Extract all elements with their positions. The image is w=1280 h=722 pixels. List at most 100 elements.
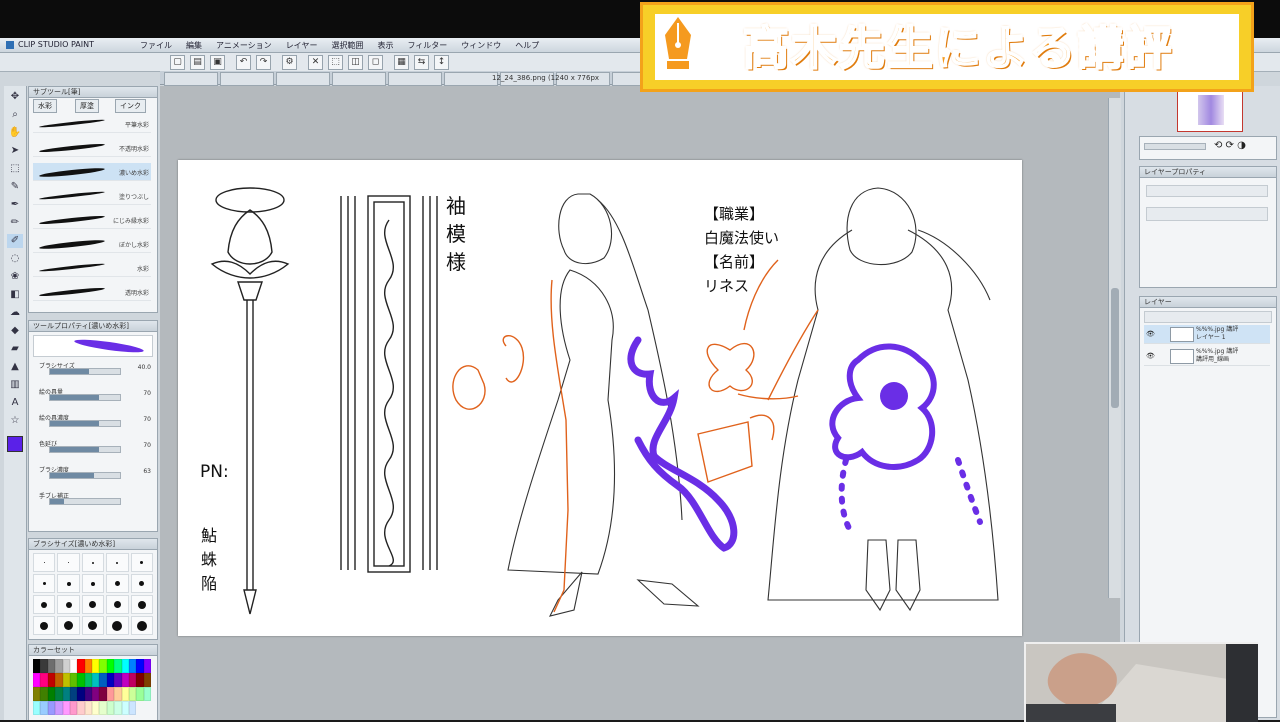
- color-swatch[interactable]: [114, 701, 122, 715]
- canvas-tab[interactable]: [164, 72, 218, 86]
- layer-row[interactable]: 👁 %%%.jpg 講評 レイヤー 1: [1144, 325, 1270, 344]
- tool-property-row[interactable]: ブラシサイズ 40.0: [39, 361, 151, 375]
- canvas-tab[interactable]: [220, 72, 274, 86]
- color-swatch[interactable]: [40, 659, 48, 673]
- color-swatch[interactable]: [62, 673, 70, 687]
- menu-item[interactable]: 編集: [186, 40, 202, 51]
- select-all-icon[interactable]: ◫: [348, 55, 363, 70]
- color-swatch[interactable]: [69, 673, 78, 687]
- color-swatch[interactable]: [136, 687, 144, 701]
- color-swatch[interactable]: [69, 659, 78, 673]
- color-swatch[interactable]: [40, 673, 48, 687]
- tab-thick-paint[interactable]: 厚塗: [75, 99, 99, 113]
- color-swatch[interactable]: [33, 673, 41, 687]
- color-swatch[interactable]: [106, 701, 115, 715]
- color-swatch[interactable]: [136, 659, 144, 673]
- brush-item[interactable]: 濃いめ水彩: [33, 163, 151, 181]
- open-icon[interactable]: ▤: [190, 55, 205, 70]
- color-swatch[interactable]: [128, 659, 137, 673]
- eye-icon[interactable]: 👁: [1146, 352, 1155, 360]
- color-swatch[interactable]: [99, 659, 107, 673]
- new-file-icon[interactable]: ▢: [170, 55, 185, 70]
- brush-size-cell[interactable]: [81, 595, 105, 614]
- vertical-scrollbar[interactable]: [1108, 98, 1121, 598]
- color-swatch[interactable]: [77, 687, 85, 701]
- fill-bucket-icon[interactable]: ◆: [7, 324, 23, 338]
- canvas-tab[interactable]: [332, 72, 386, 86]
- settings-icon[interactable]: ⚙: [282, 55, 297, 70]
- airbrush-icon[interactable]: ◌: [7, 252, 23, 266]
- move-icon[interactable]: ✥: [7, 90, 23, 104]
- brush-size-cell[interactable]: [33, 553, 56, 572]
- zoom-icon[interactable]: ⌕: [7, 108, 23, 122]
- tab-watercolor[interactable]: 水彩: [33, 99, 57, 113]
- menu-item[interactable]: 表示: [377, 40, 393, 51]
- object-icon[interactable]: ➤: [7, 144, 23, 158]
- color-swatch[interactable]: [92, 701, 100, 715]
- property-slider[interactable]: [49, 368, 121, 375]
- color-swatch[interactable]: [40, 687, 48, 701]
- scroll-thumb[interactable]: [1111, 288, 1119, 408]
- flip-icon[interactable]: ⇆: [414, 55, 429, 70]
- color-swatch[interactable]: [55, 687, 63, 701]
- color-swatch[interactable]: [106, 659, 115, 673]
- color-swatch[interactable]: [99, 701, 107, 715]
- undo-icon[interactable]: ↶: [236, 55, 251, 70]
- property-slider[interactable]: [49, 446, 121, 453]
- color-swatch[interactable]: [92, 687, 100, 701]
- eraser-icon[interactable]: ◧: [7, 288, 23, 302]
- color-swatch[interactable]: [47, 687, 56, 701]
- color-swatch[interactable]: [92, 673, 100, 687]
- property-slider[interactable]: [49, 394, 121, 401]
- color-swatch[interactable]: [33, 701, 41, 715]
- brush-size-cell[interactable]: [81, 574, 105, 593]
- tool-property-row[interactable]: 色延び 70: [39, 439, 151, 453]
- brush-item[interactable]: 水彩: [33, 259, 151, 277]
- eye-icon[interactable]: 👁: [1146, 330, 1155, 338]
- layer-color-row[interactable]: [1146, 207, 1268, 221]
- color-swatch[interactable]: [47, 701, 56, 715]
- eyedropper-icon[interactable]: ✎: [7, 180, 23, 194]
- drawing-canvas[interactable]: 袖模様 PN: 鮎蛛陥 【職業】 白魔法使い 【名前】 リネス: [178, 160, 1022, 636]
- color-swatch[interactable]: [62, 701, 70, 715]
- layer-effect-row[interactable]: [1146, 185, 1268, 197]
- tool-property-row[interactable]: 手ブレ補正: [39, 491, 151, 505]
- fill-icon[interactable]: ▦: [394, 55, 409, 70]
- color-swatch[interactable]: [62, 659, 70, 673]
- clear-icon[interactable]: ✕: [308, 55, 323, 70]
- brush-size-cell[interactable]: [130, 595, 153, 614]
- color-swatch[interactable]: [128, 673, 137, 687]
- color-swatch[interactable]: [106, 673, 115, 687]
- color-swatch[interactable]: [47, 659, 56, 673]
- color-swatch[interactable]: [114, 687, 122, 701]
- property-slider[interactable]: [49, 420, 121, 427]
- decoration-icon[interactable]: ❀: [7, 270, 23, 284]
- canvas-tab[interactable]: [388, 72, 442, 86]
- brush-item[interactable]: 透明水彩: [33, 283, 151, 301]
- brush-size-cell[interactable]: [81, 553, 105, 572]
- color-swatch[interactable]: [84, 701, 92, 715]
- property-slider[interactable]: [49, 498, 121, 505]
- ruler-icon[interactable]: ↕: [434, 55, 449, 70]
- color-swatch[interactable]: [55, 659, 63, 673]
- canvas-tab[interactable]: [444, 72, 498, 86]
- color-swatch[interactable]: [33, 687, 41, 701]
- brush-size-cell[interactable]: [130, 553, 153, 572]
- menu-item[interactable]: 選択範囲: [331, 40, 363, 51]
- brush-item[interactable]: 不透明水彩: [33, 139, 151, 157]
- menu-item[interactable]: アニメーション: [216, 40, 272, 51]
- color-swatch[interactable]: [143, 673, 151, 687]
- tool-property-row[interactable]: 絵の具濃度 70: [39, 413, 151, 427]
- brush-item[interactable]: 平筆水彩: [33, 115, 151, 133]
- color-swatch[interactable]: [121, 673, 129, 687]
- color-swatch[interactable]: [77, 701, 85, 715]
- menu-item[interactable]: フィルター: [407, 40, 447, 51]
- tool-property-row[interactable]: 絵の具量 70: [39, 387, 151, 401]
- balloon-icon[interactable]: ☆: [7, 414, 23, 428]
- color-swatch[interactable]: [121, 659, 129, 673]
- canvas-workarea[interactable]: 袖模様 PN: 鮎蛛陥 【職業】 白魔法使い 【名前】 リネス: [160, 86, 1120, 720]
- menu-item[interactable]: ファイル: [140, 40, 172, 51]
- brush-size-cell[interactable]: [106, 616, 129, 635]
- brush-size-cell[interactable]: [57, 574, 80, 593]
- blend-mode-select[interactable]: [1144, 311, 1272, 323]
